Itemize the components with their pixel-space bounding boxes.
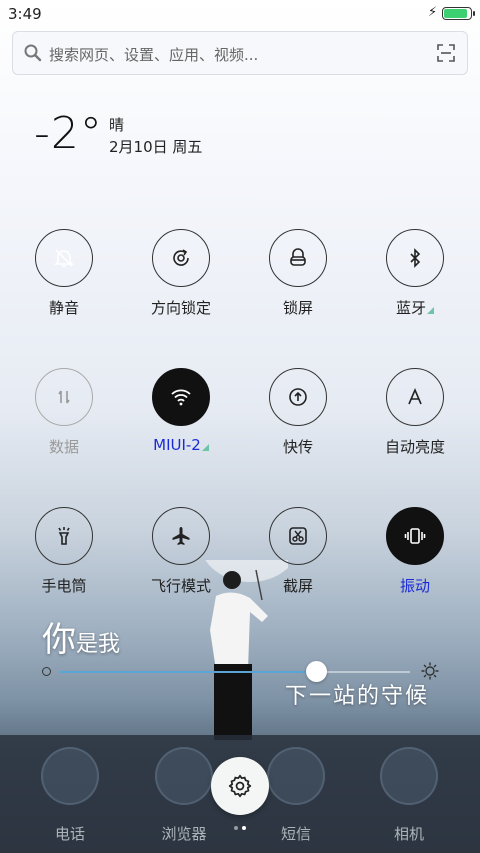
- toggle-label: 截屏: [282, 577, 313, 595]
- rotation-lock-icon: [173, 249, 189, 266]
- weather-date: 2月10日 周五: [109, 138, 203, 156]
- toggle-quick-transfer[interactable]: 快传: [243, 368, 353, 468]
- wallpaper-text-big: 你: [42, 620, 76, 660]
- vibrate-icon: [404, 528, 426, 544]
- dock-label: 相机: [393, 825, 424, 843]
- page-indicator: [232, 826, 252, 832]
- bluetooth-icon: [410, 248, 421, 268]
- wifi-icon: [171, 389, 191, 406]
- toggle-circle: [386, 368, 444, 426]
- toggle-label: 振动: [399, 577, 430, 595]
- browser-icon: [155, 747, 213, 805]
- toggle-mute[interactable]: 静音: [9, 229, 119, 329]
- toggle-rotation-lock[interactable]: 方向锁定: [126, 229, 236, 329]
- dock-phone[interactable]: 电话: [22, 743, 118, 851]
- toggle-label-text: MIUI-2: [153, 436, 201, 454]
- toggle-circle: [386, 507, 444, 565]
- gear-icon: [228, 774, 252, 798]
- mobile-data-icon: [58, 390, 70, 404]
- toggle-label: 飞行模式: [150, 577, 211, 595]
- status-bar: 3:49 ⚡: [0, 0, 480, 26]
- search-bar[interactable]: 搜索网页、设置、应用、视频...: [12, 31, 468, 75]
- page-dot-active: [242, 826, 246, 830]
- dock-camera[interactable]: 相机: [361, 743, 457, 851]
- toggle-label-text: 蓝牙: [395, 299, 426, 317]
- flashlight-icon: [58, 527, 70, 545]
- lock-icon: [290, 248, 306, 266]
- status-time: 3:49: [8, 5, 42, 23]
- toggle-circle: [269, 507, 327, 565]
- screenshot-icon: [289, 527, 307, 545]
- toggle-flashlight[interactable]: 手电筒: [9, 507, 119, 607]
- toggle-label: 锁屏: [282, 299, 313, 317]
- toggle-circle: [35, 229, 93, 287]
- toggle-wifi[interactable]: MIUI-2: [126, 368, 236, 468]
- toggle-label: MIUI-2: [126, 436, 236, 454]
- toggle-label: 自动亮度: [384, 438, 445, 456]
- dock-label: 电话: [54, 825, 85, 843]
- expand-corner-icon: [201, 444, 209, 451]
- weather-condition: 晴: [109, 116, 125, 134]
- toggle-circle: [152, 229, 210, 287]
- bell-off-icon: [54, 249, 74, 267]
- dock-label: 短信: [280, 825, 311, 843]
- airplane-icon: [172, 527, 190, 545]
- toggle-label: 快传: [282, 438, 313, 456]
- toggle-circle: [152, 507, 210, 565]
- toggle-circle: [269, 368, 327, 426]
- toggle-circle: [386, 229, 444, 287]
- toggle-vibrate[interactable]: 振动: [360, 507, 470, 607]
- brightness-fill: [60, 671, 316, 673]
- toggle-label: 蓝牙: [360, 297, 470, 318]
- camera-icon: [380, 747, 438, 805]
- expand-corner-icon: [427, 307, 434, 314]
- dock-label: 浏览器: [161, 825, 207, 843]
- scan-icon[interactable]: [437, 44, 455, 62]
- brightness-handle[interactable]: [306, 661, 327, 682]
- toggle-label: 数据: [48, 438, 79, 456]
- charging-icon: ⚡: [428, 5, 438, 20]
- phone-icon: [41, 747, 99, 805]
- weather-temperature: -2°: [34, 108, 103, 159]
- toggle-circle: [152, 368, 210, 426]
- page-dot: [234, 826, 238, 830]
- toggle-circle: [35, 507, 93, 565]
- settings-button[interactable]: [211, 757, 269, 815]
- auto-brightness-icon: [408, 387, 422, 405]
- search-icon: [24, 44, 42, 62]
- brightness-max-icon: [421, 662, 439, 680]
- messages-icon: [267, 747, 325, 805]
- toggle-circle: [35, 368, 93, 426]
- toggle-circle: [269, 229, 327, 287]
- brightness-min-icon: [42, 667, 51, 676]
- toggle-auto-brightness[interactable]: 自动亮度: [360, 368, 470, 468]
- quick-transfer-icon: [289, 388, 307, 406]
- toggle-mobile-data[interactable]: 数据: [9, 368, 119, 468]
- search-placeholder: 搜索网页、设置、应用、视频...: [49, 46, 259, 64]
- wallpaper-text-line1: 你是我: [42, 612, 120, 661]
- battery-icon: [442, 7, 475, 20]
- toggle-label: 手电筒: [41, 577, 87, 595]
- brightness-slider[interactable]: [60, 671, 410, 673]
- toggle-screenshot[interactable]: 截屏: [243, 507, 353, 607]
- wallpaper-text-line2: 下一站的守候: [285, 684, 430, 709]
- toggle-airplane[interactable]: 飞行模式: [126, 507, 236, 607]
- toggle-label: 方向锁定: [150, 299, 211, 317]
- toggle-bluetooth[interactable]: 蓝牙: [360, 229, 470, 329]
- wallpaper-text-small: 是我: [76, 632, 121, 657]
- toggle-label: 静音: [48, 299, 79, 317]
- weather-widget[interactable]: -2° 晴 2月10日 周五: [34, 108, 202, 159]
- toggle-lock-screen[interactable]: 锁屏: [243, 229, 353, 329]
